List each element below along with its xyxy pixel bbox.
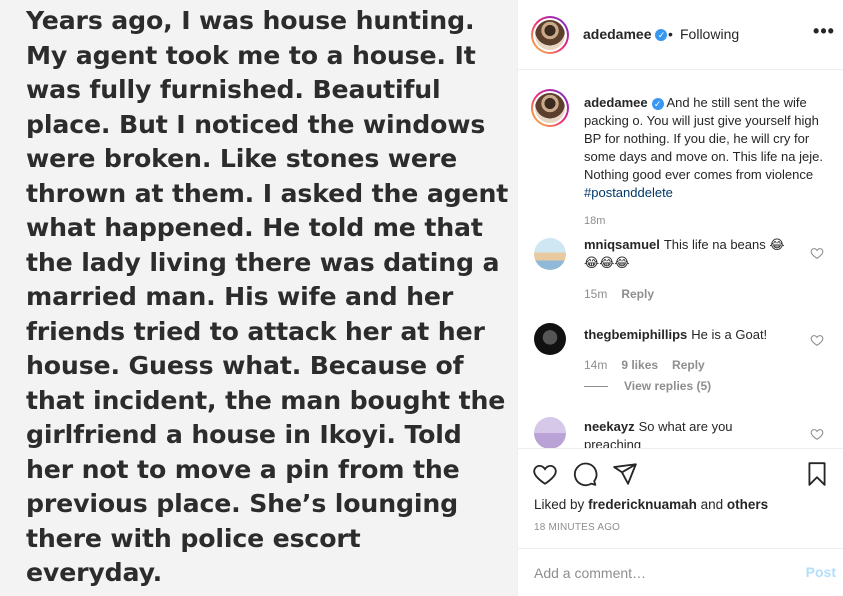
comment-text: thegbemiphillips He is a Goat! — [584, 326, 804, 344]
header-separator: • — [668, 26, 673, 42]
comment-icon[interactable] — [572, 461, 598, 487]
commenter-username[interactable]: neekayz — [584, 419, 635, 434]
view-replies-button[interactable]: View replies (5) — [584, 379, 711, 393]
post-image-text-line: everyday. — [26, 558, 162, 587]
comment-like-icon[interactable] — [810, 246, 824, 260]
post-image-text-line: thrown at them. I asked the agent — [26, 178, 509, 208]
comment-like-icon[interactable] — [810, 427, 824, 441]
liked-by-others[interactable]: others — [727, 497, 768, 512]
post-image-text-line: married man. His wife and her — [26, 282, 454, 311]
post-image-text-line: friends tried to attack her at her — [26, 316, 485, 346]
comment-like-icon[interactable] — [810, 333, 824, 347]
post-timestamp[interactable]: 18 MINUTES AGO — [534, 522, 620, 533]
post-image-text-line: there with police escort — [26, 523, 361, 553]
following-button[interactable]: Following — [680, 26, 739, 42]
post-side-panel: adedamee ✓ • Following ••• adedamee ✓ And … — [517, 0, 843, 596]
more-options-icon[interactable]: ••• — [812, 22, 836, 46]
caption-time[interactable]: 18m — [584, 215, 605, 227]
reply-button[interactable]: Reply — [672, 358, 705, 372]
liked-by-and: and — [700, 497, 724, 512]
view-replies-label[interactable]: View replies (5) — [624, 379, 711, 393]
reply-button[interactable]: Reply — [621, 287, 654, 301]
commenter-username[interactable]: mniqsamuel — [584, 237, 660, 252]
commenter-username[interactable]: thegbemiphillips — [584, 327, 687, 342]
comment-body: This life na beans 😂 — [663, 237, 785, 252]
caption: adedamee ✓ And he still sent the wife pac… — [584, 94, 830, 202]
commenter-avatar[interactable] — [534, 323, 566, 355]
comment-meta: 15m Reply — [584, 287, 668, 301]
post-comment-button[interactable]: Post — [806, 564, 836, 580]
caption-avatar[interactable] — [531, 89, 569, 127]
verified-badge-icon: ✓ — [655, 29, 668, 42]
send-icon[interactable] — [612, 461, 638, 487]
commenter-avatar[interactable] — [534, 238, 566, 270]
post-image[interactable]: Years ago, I was house hunting. My agent … — [0, 0, 517, 596]
verified-badge-icon: ✓ — [651, 97, 664, 110]
caption-hashtag[interactable]: #postanddelete — [584, 185, 673, 200]
post-image-text: Years ago, I was house hunting. My agent … — [26, 4, 512, 591]
liked-by-user[interactable]: fredericknuamah — [588, 497, 697, 512]
post-image-text-line: Years ago, I was house hunting. — [26, 6, 475, 35]
post-image-text-line: was fully furnished. Beautiful — [26, 75, 441, 104]
heart-icon[interactable] — [532, 461, 558, 487]
comments-list[interactable]: adedamee ✓ And he still sent the wife pac… — [518, 71, 843, 448]
comment-input[interactable] — [534, 561, 784, 585]
post-image-text-line: girlfriend a house in Ikoyi. Told — [26, 420, 462, 449]
post-image-text-line: what happened. He told me that — [26, 213, 483, 242]
comment-meta: 14m 9 likes Reply — [584, 358, 719, 372]
post-actions: Liked by fredericknuamah and others 18 M… — [518, 448, 843, 548]
post-image-text-line: house. Guess what. Because of — [26, 351, 464, 380]
post-image-text-line: her not to move a pin from the — [26, 454, 460, 484]
comment-body-line2: 😂😂😂 — [584, 255, 630, 270]
comment-text: mniqsamuel This life na beans 😂 😂😂😂 — [584, 236, 804, 272]
commenter-avatar[interactable] — [534, 417, 566, 448]
liked-by-prefix: Liked by — [534, 497, 585, 512]
comment-likes[interactable]: 9 likes — [621, 358, 658, 372]
post-image-text-line: that incident, the man bought the — [26, 385, 506, 415]
add-comment-bar: Post — [518, 548, 843, 596]
liked-by: Liked by fredericknuamah and others — [534, 497, 768, 512]
post-image-text-line: the lady living there was dating a — [26, 247, 500, 277]
comment-time[interactable]: 14m — [584, 358, 607, 372]
comment-body: He is a Goat! — [691, 327, 768, 342]
bookmark-icon[interactable] — [804, 461, 830, 487]
author-avatar[interactable] — [531, 16, 569, 54]
comment-text: neekayz So what are you preaching — [584, 418, 804, 448]
caption-username[interactable]: adedamee — [584, 95, 648, 110]
comment-time[interactable]: 15m — [584, 287, 607, 301]
post-image-text-line: previous place. She’s lounging — [26, 489, 459, 518]
comment-body-line2: preaching — [584, 437, 642, 448]
author-username-text[interactable]: adedamee — [583, 26, 651, 42]
post-image-text-line: place. But I noticed the windows — [26, 109, 486, 139]
post-header: adedamee ✓ • Following ••• — [518, 0, 843, 70]
post-image-text-line: My agent took me to a house. It — [26, 40, 476, 70]
post-image-text-line: were broken. Like stones were — [26, 144, 458, 173]
comment-body: So what are you — [638, 419, 733, 434]
replies-divider — [584, 386, 608, 388]
author-username[interactable]: adedamee ✓ — [583, 26, 668, 42]
